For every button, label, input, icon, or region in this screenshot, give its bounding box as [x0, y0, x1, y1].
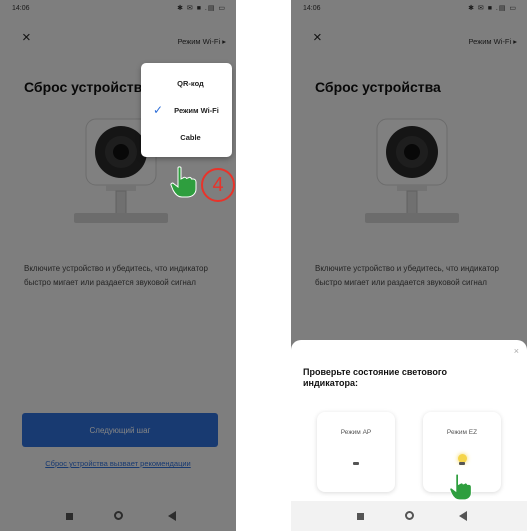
status-icons: ✱ ✉ ■ .▤ ▭ [468, 5, 517, 12]
recent-apps-icon[interactable] [66, 513, 73, 520]
status-bar: 14:06 ✱ ✉ ■ .▤ ▭ [0, 0, 236, 16]
status-time: 14:06 [303, 5, 321, 12]
close-icon[interactable]: × [313, 30, 322, 45]
sheet-title: Проверьте состояние светового индикатора… [303, 367, 447, 388]
dropdown-item-wifi[interactable]: ✓ Режим Wi-Fi [141, 99, 232, 121]
right-phone-screen: 14:06 ✱ ✉ ■ .▤ ▭ × Режим Wi-Fi ▸ Сброс у… [291, 0, 527, 531]
pointing-hand-icon [170, 166, 197, 198]
dropdown-item-qr[interactable]: QR-код [141, 72, 232, 94]
mode-dropdown-menu: QR-код ✓ Режим Wi-Fi Cable [141, 63, 232, 157]
close-icon[interactable]: × [22, 30, 31, 45]
nav-bar [291, 501, 527, 531]
close-icon[interactable]: × [514, 346, 519, 356]
reset-help-link[interactable]: Сброс устройства вызвает рекомендации [0, 459, 236, 468]
nav-bar [0, 501, 236, 531]
status-time: 14:06 [12, 5, 30, 12]
dropdown-item-label: Режим Wi-Fi [174, 105, 219, 115]
home-icon[interactable] [114, 511, 123, 520]
wifi-mode-selector[interactable]: Режим Wi-Fi ▸ [177, 37, 226, 46]
dropdown-item-label: QR-код [177, 78, 204, 88]
left-phone-screen: 14:06 ✱ ✉ ■ .▤ ▭ × Режим Wi-Fi ▸ Сброс у… [0, 0, 236, 531]
indicator-status-sheet: × Проверьте состояние светового индикато… [291, 340, 527, 501]
mode-ez-label: Режим EZ [446, 429, 478, 436]
back-icon[interactable] [459, 511, 467, 521]
dropdown-item-label: Cable [180, 132, 201, 142]
back-icon[interactable] [168, 511, 176, 521]
status-icons: ✱ ✉ ■ .▤ ▭ [177, 5, 226, 12]
indicator-icon [459, 462, 465, 465]
step-number-badge: 4 [201, 168, 235, 202]
wifi-mode-selector[interactable]: Режим Wi-Fi ▸ [468, 37, 517, 46]
status-bar: 14:06 ✱ ✉ ■ .▤ ▭ [291, 0, 527, 16]
mode-ap-label: Режим AP [340, 429, 372, 436]
camera-illustration [365, 118, 459, 223]
instruction-text: Включите устройство и убедитесь, что инд… [24, 264, 208, 287]
dropdown-item-cable[interactable]: Cable [141, 126, 232, 148]
mode-ap-card[interactable]: Режим AP [317, 412, 395, 492]
pointing-hand-icon [449, 473, 472, 501]
page-title: Сброс устройства [24, 79, 150, 95]
next-step-button[interactable]: Следующий шаг [22, 413, 218, 447]
home-icon[interactable] [405, 511, 414, 520]
recent-apps-icon[interactable] [357, 513, 364, 520]
page-title: Сброс устройства [315, 79, 441, 95]
indicator-icon [353, 462, 359, 465]
instruction-text: Включите устройство и убедитесь, что инд… [315, 264, 499, 287]
